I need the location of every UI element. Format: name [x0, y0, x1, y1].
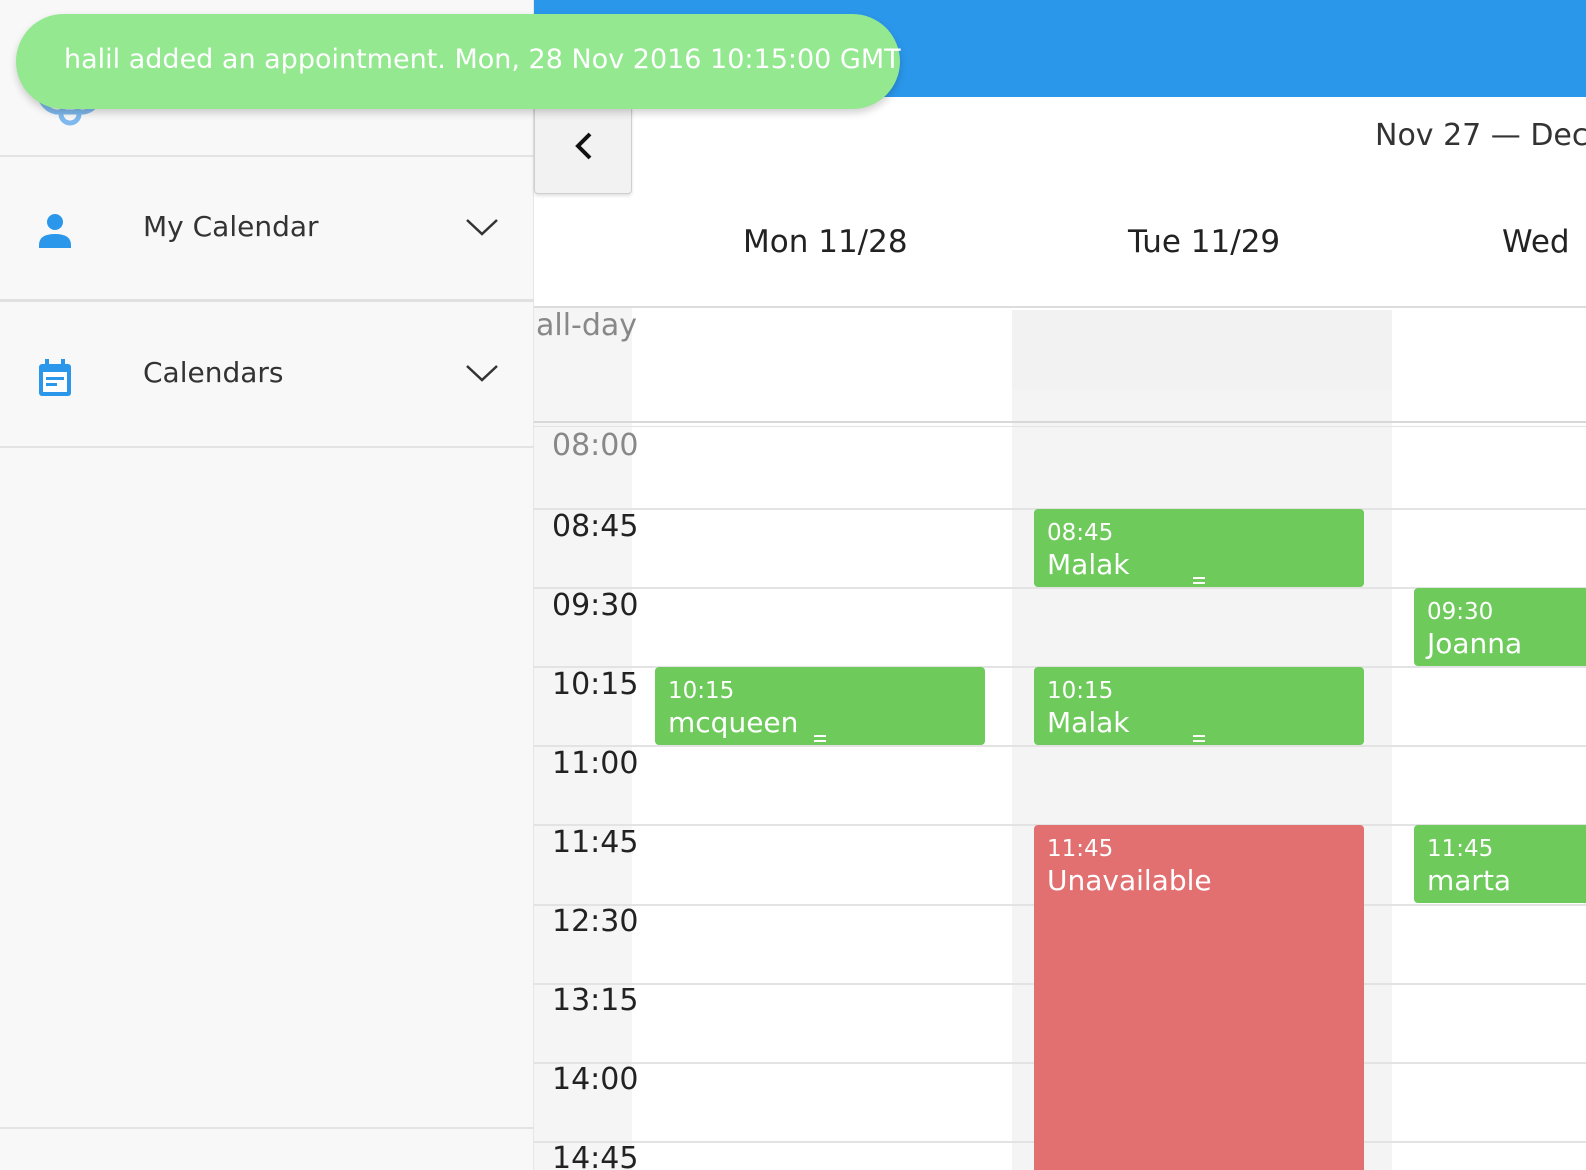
appointment-event[interactable]: 08:45 Malak — [1034, 509, 1364, 587]
unavailable-event[interactable]: 11:45 Unavailable — [1034, 825, 1364, 1170]
divider — [534, 306, 1586, 308]
event-title: marta — [1427, 864, 1512, 897]
notification-toast[interactable]: halil added an appointment. Mon, 28 Nov … — [16, 14, 901, 109]
sidebar-item-label: My Calendar — [143, 210, 319, 243]
sidebar-item-label: Calendars — [143, 356, 284, 389]
time-label: 09:30 — [552, 588, 639, 623]
time-label: 10:15 — [552, 667, 639, 702]
event-title: Malak — [1047, 548, 1130, 581]
time-label: 13:15 — [552, 983, 639, 1018]
day-header-wed[interactable]: Wed — [1502, 224, 1570, 260]
today-allday-highlight — [1012, 310, 1392, 390]
time-label: 11:45 — [552, 825, 639, 860]
event-time: 09:30 — [1427, 599, 1494, 625]
event-title: mcqueen — [668, 706, 799, 739]
prev-week-button[interactable] — [534, 97, 632, 194]
sidebar: My Calendar Calendars — [0, 0, 534, 1170]
appointment-event[interactable]: 11:45 marta — [1414, 825, 1586, 903]
resize-handle[interactable] — [1193, 735, 1205, 742]
time-label: 08:00 — [552, 428, 639, 463]
chevron-left-icon — [575, 132, 592, 160]
week-calendar: Mon 11/28 Tue 11/29 Wed all-day 08:00 08… — [534, 196, 1586, 1170]
event-time: 11:45 — [1047, 836, 1114, 862]
resize-handle[interactable] — [1193, 577, 1205, 584]
divider — [534, 421, 1586, 423]
day-header-mon[interactable]: Mon 11/28 — [743, 224, 908, 260]
toast-message: halil added an appointment. Mon, 28 Nov … — [64, 44, 901, 75]
divider — [0, 1127, 534, 1129]
sidebar-item-calendars[interactable]: Calendars — [0, 304, 534, 448]
calendar-icon — [39, 359, 71, 396]
sidebar-item-my-calendar[interactable]: My Calendar — [0, 158, 534, 302]
time-label: 11:00 — [552, 746, 639, 781]
divider — [534, 426, 1586, 427]
event-time: 08:45 — [1047, 520, 1114, 546]
allday-label: all-day — [536, 308, 638, 343]
event-title: Unavailable — [1047, 864, 1212, 897]
time-label: 08:45 — [552, 509, 639, 544]
event-time: 11:45 — [1427, 836, 1494, 862]
chevron-down-icon[interactable] — [464, 214, 500, 238]
event-time: 10:15 — [668, 678, 735, 704]
event-title: Joanna — [1427, 627, 1523, 660]
time-label: 12:30 — [552, 904, 639, 939]
appointment-event[interactable]: 10:15 Malak — [1034, 667, 1364, 745]
appointment-event[interactable]: 10:15 mcqueen — [655, 667, 985, 745]
day-header-tue[interactable]: Tue 11/29 — [1128, 224, 1280, 260]
person-icon — [39, 214, 71, 248]
event-title: Malak — [1047, 706, 1130, 739]
appointment-event[interactable]: 09:30 Joanna — [1414, 588, 1586, 666]
resize-handle[interactable] — [814, 735, 826, 742]
chevron-down-icon[interactable] — [464, 360, 500, 384]
time-label: 14:45 — [552, 1141, 639, 1170]
event-time: 10:15 — [1047, 678, 1114, 704]
time-slot-line — [534, 745, 1586, 747]
time-label: 14:00 — [552, 1062, 639, 1097]
date-range-title: Nov 27 — Dec — [1375, 118, 1586, 153]
